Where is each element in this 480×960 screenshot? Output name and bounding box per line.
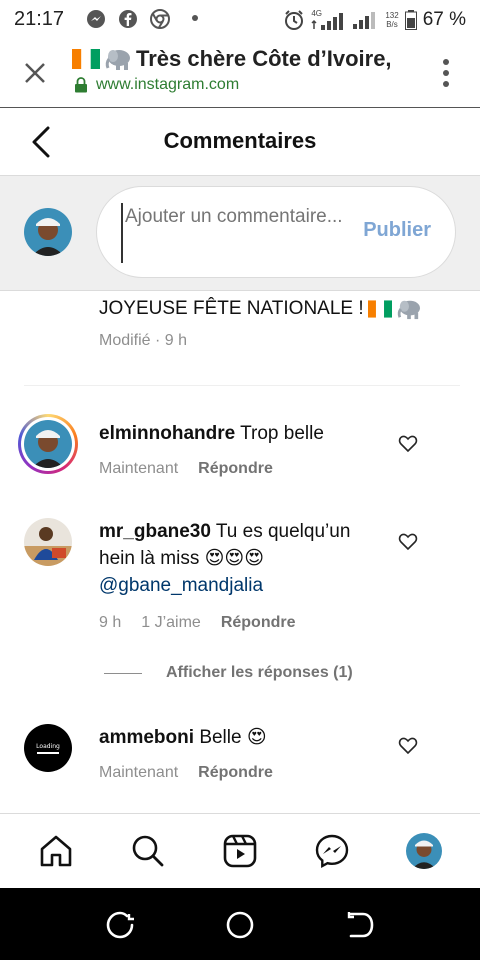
status-bar: 21:17 4G 132 B/s 67 % xyxy=(0,0,480,38)
nav-search[interactable] xyxy=(129,832,167,870)
chrome-notification-icon xyxy=(150,9,170,29)
comment-input[interactable] xyxy=(121,203,351,263)
comment-text: Belle 😍 xyxy=(199,727,267,748)
comment-text: Trop belle xyxy=(240,423,324,444)
comment-username[interactable]: ammeboni xyxy=(99,727,194,748)
url-row: www.instagram.com xyxy=(74,76,239,94)
my-avatar xyxy=(24,208,72,256)
more-notifications-dot xyxy=(192,15,198,21)
close-icon[interactable] xyxy=(22,60,48,86)
comment-body: elminnohandre Trop belle xyxy=(99,420,389,447)
elephant-icon xyxy=(397,300,420,320)
system-nav-bar xyxy=(0,888,480,960)
lock-icon xyxy=(75,77,87,93)
post-caption: JOYEUSE FÊTE NATIONALE ! Modifié · 9 h xyxy=(99,298,459,350)
profile-avatar xyxy=(406,833,442,869)
back-button-icon[interactable] xyxy=(345,910,375,940)
comment-composer: Publier xyxy=(0,176,480,291)
more-vert-icon[interactable] xyxy=(442,58,450,88)
commenter-avatar[interactable]: Loading xyxy=(24,724,72,772)
elephant-icon xyxy=(105,50,130,70)
commenter-avatar[interactable] xyxy=(18,414,78,474)
reply-button[interactable]: Répondre xyxy=(198,764,273,782)
view-replies-line xyxy=(104,672,142,674)
divider xyxy=(24,385,460,386)
home-button-icon[interactable] xyxy=(225,910,255,940)
comment-input-box: Publier xyxy=(96,186,456,278)
reply-button[interactable]: Répondre xyxy=(198,460,273,478)
browser-tab-bar: Très chère Côte d’Ivoire, www.instagram.… xyxy=(0,38,480,108)
reply-button[interactable]: Répondre xyxy=(221,614,296,632)
comment-meta: Maintenant Répondre xyxy=(99,764,273,782)
view-replies-label[interactable]: Afficher les réponses (1) xyxy=(166,664,353,682)
loading-bar xyxy=(37,751,59,754)
caption-meta: Modifié · 9 h xyxy=(99,332,188,349)
signal-4g-icon: 4G xyxy=(311,9,345,31)
comment-mention[interactable]: @gbane_mandjalia xyxy=(99,575,263,596)
recent-apps-icon[interactable] xyxy=(105,910,135,940)
battery-percent: 67 % xyxy=(422,9,466,30)
comment-meta: Maintenant Répondre xyxy=(99,460,273,478)
bottom-nav xyxy=(0,813,480,888)
messenger-notification-icon xyxy=(87,10,105,28)
comment-time: Maintenant xyxy=(99,764,179,781)
heart-icon[interactable] xyxy=(398,736,418,756)
avatar-text: Loading xyxy=(36,742,60,750)
search-icon xyxy=(132,835,164,867)
comment-meta: 9 h 1 J’aime Répondre xyxy=(99,614,296,632)
ivory-coast-flag-icon xyxy=(72,49,100,69)
battery-icon xyxy=(404,10,417,30)
messenger-icon xyxy=(315,834,349,869)
nav-home[interactable] xyxy=(37,832,75,870)
caption-text-row: JOYEUSE FÊTE NATIONALE ! xyxy=(99,298,459,320)
data-rate: 132 B/s xyxy=(385,11,399,29)
nav-messenger[interactable] xyxy=(313,832,351,870)
url-text: www.instagram.com xyxy=(96,76,240,93)
publish-button[interactable]: Publier xyxy=(363,219,431,242)
reels-icon xyxy=(223,834,257,868)
status-time: 21:17 xyxy=(14,8,65,30)
signal-icon xyxy=(353,12,376,29)
heart-icon[interactable] xyxy=(398,434,418,454)
status-right: 4G 132 B/s 67 % xyxy=(283,8,466,32)
nav-profile[interactable] xyxy=(405,832,443,870)
page-title: Très chère Côte d’Ivoire, xyxy=(136,46,392,71)
comment-time: 9 h xyxy=(99,614,122,631)
caption-text: JOYEUSE FÊTE NATIONALE ! xyxy=(99,298,364,319)
commenter-avatar[interactable] xyxy=(24,518,72,566)
home-icon xyxy=(40,835,72,867)
comment-username[interactable]: mr_gbane30 xyxy=(99,521,211,542)
page-heading: Commentaires xyxy=(163,128,317,153)
comment-likes[interactable]: 1 J’aime xyxy=(141,614,201,632)
comments-header: Commentaires xyxy=(0,108,480,176)
page-title-row: Très chère Côte d’Ivoire, xyxy=(72,46,392,72)
alarm-icon xyxy=(285,10,304,30)
heart-icon[interactable] xyxy=(398,532,418,552)
facebook-notification-icon xyxy=(119,10,137,28)
comment-body: ammeboni Belle 😍 xyxy=(99,724,389,751)
comment-body: mr_gbane30 Tu es quelqu’un hein là miss … xyxy=(99,518,389,599)
ivory-coast-flag-icon xyxy=(367,300,392,318)
comment-username[interactable]: elminnohandre xyxy=(99,423,235,444)
comment-time: Maintenant xyxy=(99,460,179,477)
view-replies[interactable]: Afficher les réponses (1) xyxy=(104,664,353,682)
nav-reels[interactable] xyxy=(221,832,259,870)
